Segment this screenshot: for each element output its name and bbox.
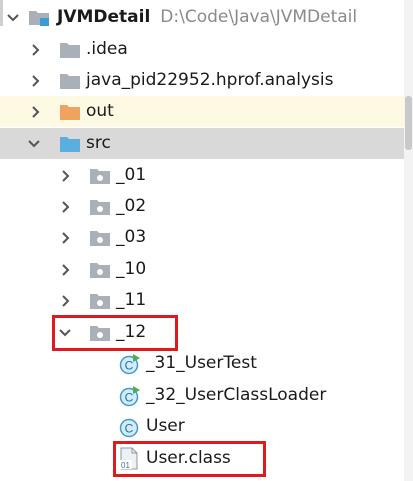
tree-row-package-10[interactable]: _10: [0, 254, 404, 285]
chevron-down-icon[interactable]: [5, 10, 21, 26]
vertical-scrollbar[interactable]: [404, 0, 413, 481]
tree-label: java_pid22952.hprof.analysis: [86, 70, 334, 90]
folder-icon: [59, 40, 81, 60]
tree-row-package-03[interactable]: _03: [0, 222, 404, 253]
tree-row-src[interactable]: src: [0, 128, 404, 159]
package-icon: [89, 228, 111, 248]
tree-label: out: [86, 101, 114, 121]
tree-row-class-user[interactable]: C User: [0, 411, 404, 442]
chevron-right-icon[interactable]: [58, 199, 74, 215]
tree-label: _03: [116, 227, 147, 247]
tree-row-idea[interactable]: .idea: [0, 34, 404, 65]
chevron-right-icon[interactable]: [58, 168, 74, 184]
svg-text:C: C: [125, 391, 134, 405]
svg-text:C: C: [125, 359, 134, 373]
tree-label: .idea: [86, 39, 128, 59]
source-folder-icon: [59, 134, 81, 154]
chevron-right-icon[interactable]: [58, 262, 74, 278]
tree-label: _10: [116, 259, 147, 279]
tree-label: _11: [116, 290, 147, 310]
chevron-right-icon[interactable]: [58, 230, 74, 246]
package-icon: [89, 166, 111, 186]
chevron-right-icon[interactable]: [58, 293, 74, 309]
tree-row-project-root[interactable]: JVMDetail D:\Code\Java\JVMDetail: [0, 2, 404, 33]
tree-label: User: [146, 416, 185, 436]
project-path-label: D:\Code\Java\JVMDetail: [160, 7, 358, 27]
project-name-label: JVMDetail D:\Code\Java\JVMDetail: [57, 7, 358, 27]
package-icon: [89, 197, 111, 217]
tree-row-analysis[interactable]: java_pid22952.hprof.analysis: [0, 65, 404, 96]
tree-row-package-01[interactable]: _01: [0, 160, 404, 191]
runnable-class-icon: C: [119, 385, 141, 407]
chevron-right-icon[interactable]: [28, 104, 44, 120]
module-folder-icon: [28, 7, 50, 27]
svg-text:C: C: [125, 422, 134, 436]
tree-label: _32_UserClassLoader: [146, 385, 327, 405]
highlight-box-user-class: [113, 441, 266, 477]
chevron-right-icon[interactable]: [28, 73, 44, 89]
tree-row-package-11[interactable]: _11: [0, 285, 404, 316]
tree-label: _31_UserTest: [146, 353, 257, 373]
output-folder-icon: [59, 102, 81, 122]
tree-row-class-32[interactable]: C _32_UserClassLoader: [0, 380, 404, 411]
class-icon: C: [119, 416, 141, 438]
package-icon: [89, 291, 111, 311]
tree-row-class-31[interactable]: C _31_UserTest: [0, 348, 404, 379]
tree-label: _02: [116, 196, 147, 216]
folder-icon: [59, 71, 81, 91]
highlight-box-package-12: [52, 315, 178, 351]
project-tree: JVMDetail D:\Code\Java\JVMDetail .idea ja…: [0, 0, 413, 481]
tree-row-package-02[interactable]: _02: [0, 191, 404, 222]
tree-label: _01: [116, 165, 147, 185]
chevron-right-icon[interactable]: [28, 42, 44, 58]
runnable-class-icon: C: [119, 353, 141, 375]
tree-row-out[interactable]: out: [0, 96, 404, 127]
tree-label: src: [86, 133, 111, 153]
chevron-down-icon[interactable]: [26, 136, 42, 152]
package-icon: [89, 260, 111, 280]
scrollbar-thumb[interactable]: [405, 96, 412, 150]
